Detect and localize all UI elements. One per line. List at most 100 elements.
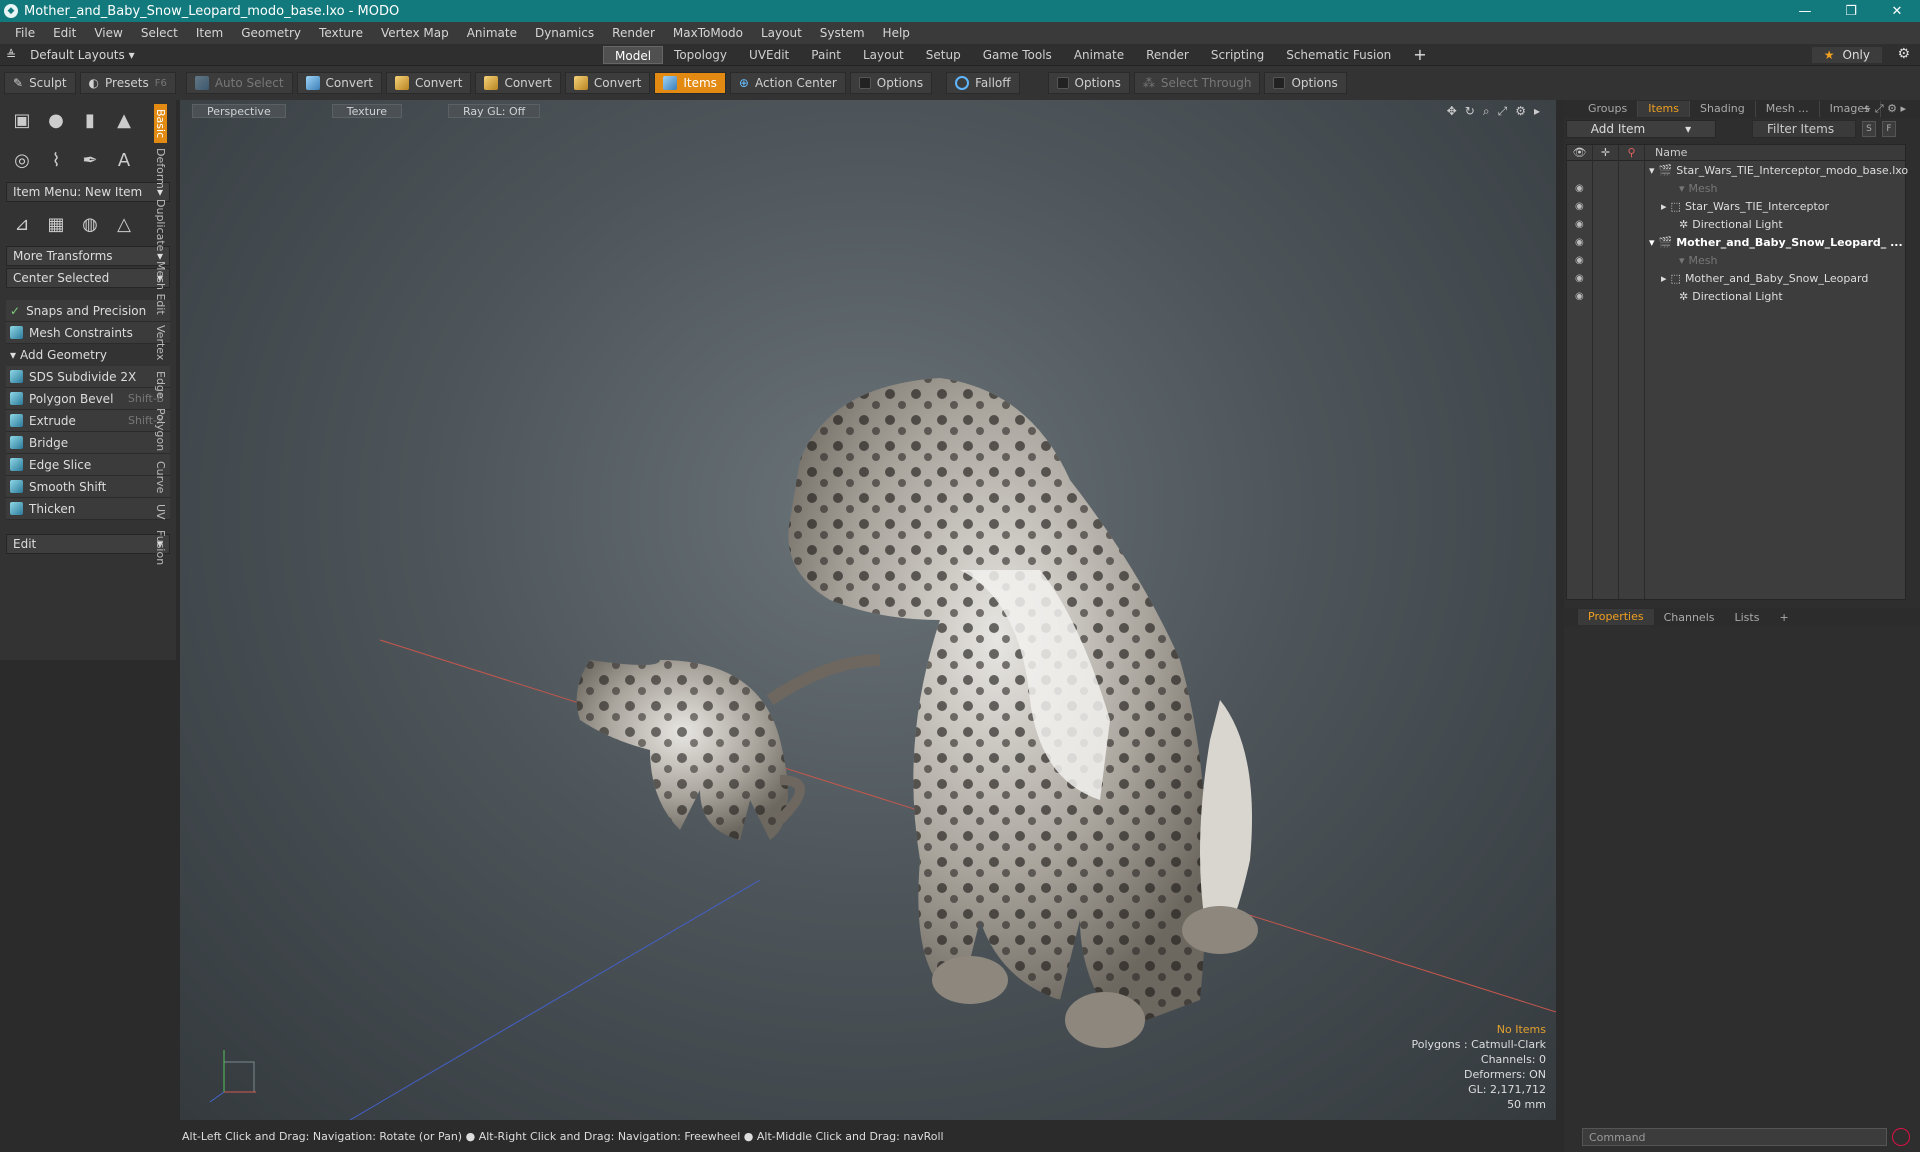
only-button[interactable]: ★ Only [1811,47,1882,63]
polygon-bevel-button[interactable]: Polygon Bevel Shift-B [6,388,170,410]
tab-mesh[interactable]: Mesh ... [1756,101,1820,117]
shading-mode-button[interactable]: Texture [331,104,402,118]
tab-layout[interactable]: Layout [852,46,915,64]
menu-edit[interactable]: Edit [44,26,85,40]
falloff-button[interactable]: Falloff [946,72,1020,94]
bridge-button[interactable]: Bridge [6,432,170,454]
items-mode-button[interactable]: Items [654,72,726,94]
vtab-uv[interactable]: UV [154,499,167,525]
filter-items-input[interactable]: Filter Items [1752,120,1856,138]
expand-arrow-icon[interactable]: ▸ [1661,200,1667,213]
tab-items[interactable]: Items [1638,101,1691,117]
raygl-button[interactable]: Ray GL: Off [448,104,541,118]
name-column-header[interactable]: Name [1645,146,1687,159]
move-view-icon[interactable]: ✥ [1447,104,1457,119]
extrude-button[interactable]: Extrude Shift-X [6,410,170,432]
convert-materials-button[interactable]: Convert [564,72,651,94]
tab-setup[interactable]: Setup [915,46,972,64]
select-through-button[interactable]: ⁂ Select Through [1133,72,1261,94]
vtab-vertex[interactable]: Vertex [154,320,167,365]
tab-groups[interactable]: Groups [1578,101,1639,117]
options-button-1[interactable]: Options [849,72,933,94]
torus-icon[interactable]: ◎ [8,146,36,174]
convert-vertices-button[interactable]: Convert [296,72,382,94]
menu-help[interactable]: Help [874,26,919,40]
menu-item[interactable]: Item [187,26,232,40]
eye-icon[interactable]: ◉ [1575,183,1584,194]
menu-select[interactable]: Select [132,26,187,40]
f-button[interactable]: F [1882,121,1896,137]
capsule-icon[interactable]: ⌇ [42,146,70,174]
default-layouts-dropdown[interactable]: ≜ Default Layouts ▾ [6,48,135,62]
vtab-deform[interactable]: Deform [154,143,167,194]
tab-channels[interactable]: Channels [1654,611,1725,624]
vtab-fusion[interactable]: Fusion [154,525,167,570]
menu-texture[interactable]: Texture [310,26,372,40]
s-button[interactable]: S [1862,121,1876,137]
command-input[interactable]: Command [1582,1128,1887,1146]
cone-icon[interactable]: ▲ [110,106,138,134]
tab-lists[interactable]: Lists [1725,611,1770,624]
zoom-icon[interactable]: ⌕ [1483,104,1490,119]
tab-shading[interactable]: Shading [1690,101,1756,117]
tab-topology[interactable]: Topology [663,46,738,64]
vtab-polygon[interactable]: Polygon [154,403,167,456]
view-type-button[interactable]: Perspective [192,104,286,118]
auto-select-button[interactable]: Auto Select [185,72,293,94]
edge-slice-button[interactable]: Edge Slice [6,454,170,476]
mesh-constraints-button[interactable]: Mesh Constraints [6,322,170,344]
tab-render[interactable]: Render [1135,46,1200,64]
viewport-gear-icon[interactable]: ⚙ [1515,104,1526,119]
menu-render[interactable]: Render [603,26,664,40]
expand-arrow-icon[interactable]: ▸ [1661,272,1667,285]
smooth-shift-button[interactable]: Smooth Shift [6,476,170,498]
options-button-3[interactable]: Options [1264,72,1347,94]
rotate-view-icon[interactable]: ↻ [1465,104,1475,119]
thicken-button[interactable]: Thicken [6,498,170,520]
vtab-duplicate[interactable]: Duplicate [154,194,167,256]
item-menu-dropdown[interactable]: Item Menu: New Item ▾ [6,182,170,202]
tab-scripting[interactable]: Scripting [1200,46,1275,64]
vtab-mesh-edit[interactable]: Mesh Edit [154,256,167,320]
vtab-edge[interactable]: Edge [154,366,167,404]
text-icon[interactable]: A [110,146,138,174]
vtab-curve[interactable]: Curve [154,456,167,498]
menu-maxtomodo[interactable]: MaxToModo [664,26,752,40]
3d-viewport[interactable]: Perspective Texture Ray GL: Off ✥ ↻ ⌕ ⤢ … [180,100,1556,1120]
eye-icon[interactable]: ◉ [1575,237,1584,248]
presets-button[interactable]: ◐ Presets F6 [79,72,176,94]
pen-icon[interactable]: ✒ [76,146,104,174]
eye-icon[interactable]: ◉ [1575,255,1584,266]
expand-arrow-icon[interactable]: ▾ [1649,164,1655,177]
type-column-icon[interactable]: ⚲ [1619,146,1645,159]
grid-icon[interactable]: ▦ [42,210,70,238]
tab-animate[interactable]: Animate [1063,46,1135,64]
transform-icon[interactable]: ⊿ [8,210,36,238]
tab-properties[interactable]: Properties [1578,609,1654,625]
add-geometry-section[interactable]: ▾ Add Geometry [6,344,170,366]
options-button-2[interactable]: Options [1047,72,1130,94]
convert-polygons-button[interactable]: Convert [475,72,561,94]
expand-arrow-icon[interactable]: ▾ [1649,236,1655,249]
menu-layout[interactable]: Layout [752,26,811,40]
command-record-icon[interactable] [1892,1128,1910,1146]
eye-icon[interactable]: ◉ [1575,201,1584,212]
menu-system[interactable]: System [811,26,874,40]
menu-vertex-map[interactable]: Vertex Map [372,26,458,40]
tab-uvedit[interactable]: UVEdit [738,46,800,64]
globe-icon[interactable]: ◍ [76,210,104,238]
close-button[interactable]: ✕ [1874,0,1920,22]
menu-dynamics[interactable]: Dynamics [526,26,603,40]
add-item-button[interactable]: Add Item ▾ [1566,120,1716,138]
convert-edges-button[interactable]: Convert [385,72,472,94]
edit-dropdown[interactable]: Edit ▾ [6,534,170,554]
action-center-button[interactable]: ⊕ Action Center [729,72,846,94]
baby-leopard[interactable] [576,654,881,840]
menu-view[interactable]: View [85,26,131,40]
lock-column-icon[interactable]: ✛ [1593,146,1619,159]
sphere-icon[interactable]: ● [42,106,70,134]
panel-options-icon[interactable]: + ⤢ ⚙ ▸ [1852,101,1916,117]
maximize-button[interactable]: ❐ [1828,0,1874,22]
cylinder-icon[interactable]: ▮ [76,106,104,134]
mother-leopard[interactable] [788,378,1258,1048]
